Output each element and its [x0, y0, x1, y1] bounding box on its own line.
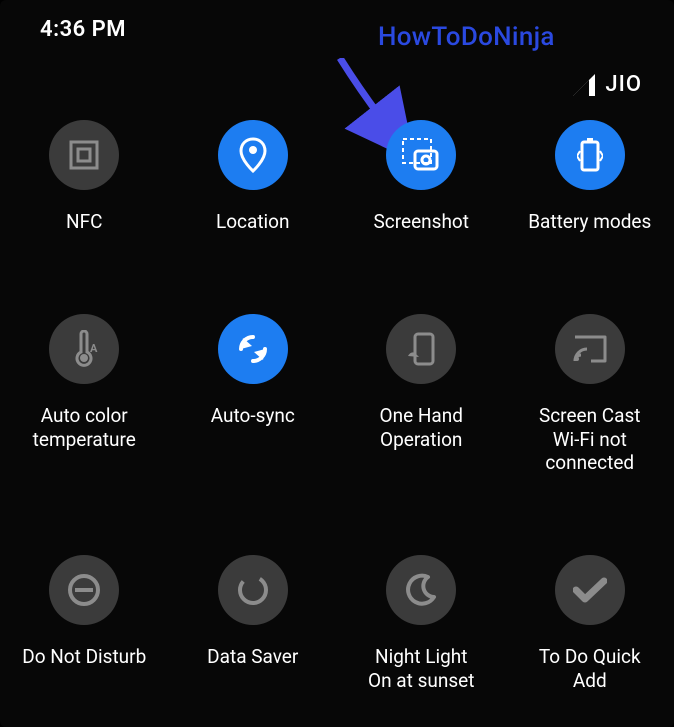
quick-settings-panel: 4:36 PM HowToDoNinja JIO NFC — [0, 0, 674, 727]
tile-screen-cast[interactable]: Screen Cast Wi-Fi not connected — [506, 314, 674, 475]
tutorial-watermark: HowToDoNinja — [378, 22, 555, 52]
nfc-icon — [49, 120, 119, 190]
tile-data-saver[interactable]: Data Saver — [169, 555, 338, 693]
cast-icon — [555, 314, 625, 384]
tile-label: Do Not Disturb — [22, 645, 146, 669]
tile-todo-quick-add[interactable]: To Do Quick Add — [506, 555, 674, 693]
status-bar-time: 4:36 PM — [40, 17, 126, 42]
screenshot-icon — [386, 120, 456, 190]
moon-icon — [386, 555, 456, 625]
tile-label: Auto-sync — [211, 404, 295, 428]
check-icon — [555, 555, 625, 625]
tile-night-light[interactable]: Night Light On at sunset — [337, 555, 506, 693]
data-saver-icon — [218, 555, 288, 625]
dnd-icon — [49, 555, 119, 625]
tile-screenshot[interactable]: Screenshot — [337, 120, 506, 234]
one-hand-icon — [386, 314, 456, 384]
tile-label: Location — [216, 210, 290, 234]
tile-label: Auto color temperature — [33, 404, 136, 452]
tile-one-hand-operation[interactable]: One Hand Operation — [337, 314, 506, 475]
tile-nfc[interactable]: NFC — [0, 120, 169, 234]
carrier-label: JIO — [605, 72, 642, 97]
tile-label: Night Light On at sunset — [368, 645, 474, 693]
location-icon — [218, 120, 288, 190]
tile-do-not-disturb[interactable]: Do Not Disturb — [0, 555, 169, 693]
battery-icon — [555, 120, 625, 190]
tile-auto-sync[interactable]: Auto-sync — [169, 314, 338, 475]
quick-settings-grid: NFC Location Screenshot Battery modes A — [0, 120, 674, 693]
tile-label: Battery modes — [528, 210, 651, 234]
status-bar: 4:36 PM — [0, 0, 674, 58]
tile-label: To Do Quick Add — [539, 645, 641, 693]
tile-label: One Hand Operation — [380, 404, 463, 452]
sync-icon — [218, 314, 288, 384]
tile-auto-color-temperature[interactable]: A Auto color temperature — [0, 314, 169, 475]
tile-location[interactable]: Location — [169, 120, 338, 234]
tile-label: Screen Cast Wi-Fi not connected — [510, 404, 670, 475]
tile-label: Screenshot — [374, 210, 469, 234]
tile-battery-modes[interactable]: Battery modes — [506, 120, 674, 234]
tile-label: Data Saver — [207, 645, 298, 669]
svg-text:A: A — [90, 342, 98, 355]
thermometer-icon: A — [49, 314, 119, 384]
tile-label: NFC — [66, 210, 102, 234]
status-bar-right: JIO — [573, 72, 642, 97]
signal-icon — [573, 74, 595, 96]
